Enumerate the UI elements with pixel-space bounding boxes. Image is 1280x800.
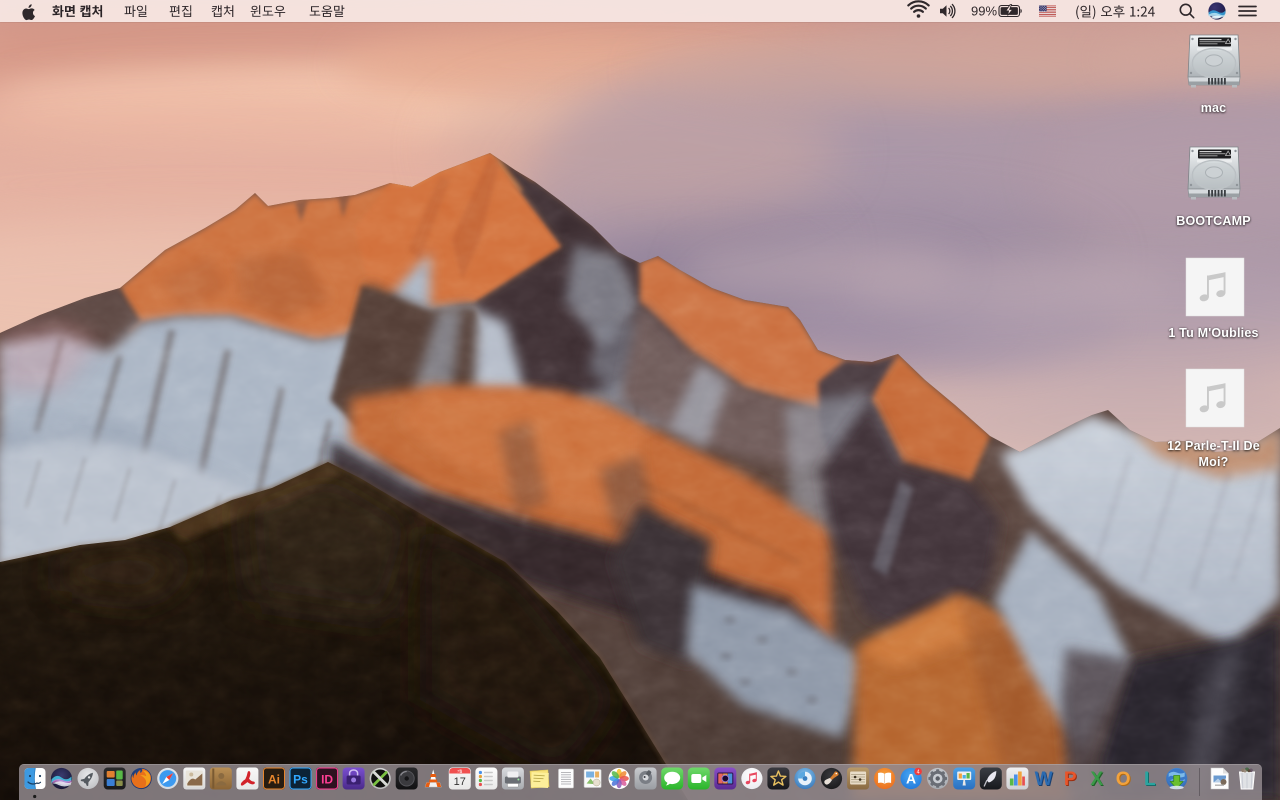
svg-text:O: O — [1116, 769, 1131, 790]
svg-text:7월: 7월 — [457, 769, 462, 774]
svg-text:99%: 99% — [971, 4, 997, 19]
svg-text:A: A — [906, 771, 916, 787]
svg-text:X: X — [1090, 769, 1103, 790]
svg-text:W: W — [1035, 769, 1053, 790]
svg-text:Ps: Ps — [293, 773, 308, 787]
svg-text:L: L — [1144, 769, 1156, 790]
svg-text:Ai: Ai — [268, 773, 280, 787]
svg-text:4: 4 — [917, 770, 920, 776]
svg-text:ID: ID — [321, 773, 333, 787]
svg-text:P: P — [1064, 769, 1077, 790]
svg-text:17: 17 — [454, 776, 466, 788]
